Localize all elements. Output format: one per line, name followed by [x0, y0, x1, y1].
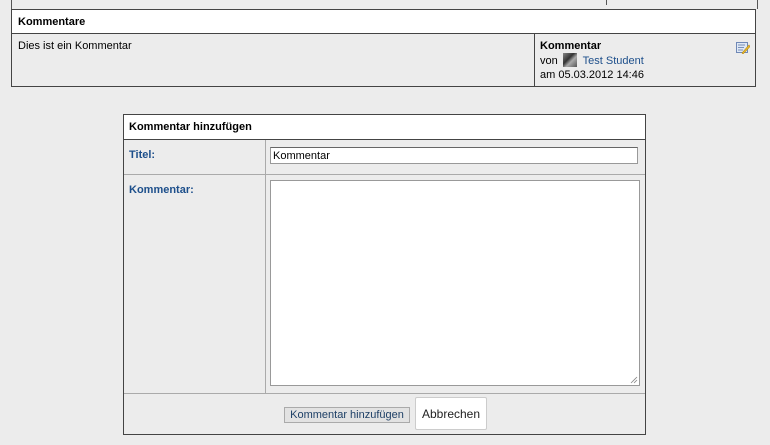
comment-date: am 05.03.2012 14:46: [540, 69, 644, 81]
comments-heading: Kommentare: [12, 10, 755, 34]
comment-text: Dies ist ein Kommentar: [18, 40, 132, 52]
comments-panel: Kommentare Dies ist ein Kommentar Kommen…: [11, 9, 756, 87]
avatar: [562, 53, 577, 67]
comment-row: Dies ist ein Kommentar Kommentar von Tes…: [12, 34, 755, 86]
author-prefix: von: [540, 55, 558, 67]
comment-title: Kommentar: [540, 40, 602, 52]
resize-grip-icon[interactable]: [630, 376, 638, 384]
title-row: Titel:: [124, 140, 645, 175]
add-comment-button[interactable]: Kommentar hinzufügen: [284, 407, 410, 423]
cell-divider: [265, 175, 266, 393]
comment-row-input: Kommentar:: [124, 175, 645, 394]
comment-label: Kommentar:: [129, 184, 194, 196]
previous-table-edge: [11, 0, 758, 9]
cell-divider: [265, 140, 266, 174]
author-link[interactable]: Test Student: [583, 55, 644, 67]
form-footer: Kommentar hinzufügen Abbrechen: [124, 394, 645, 436]
comment-meta: Kommentar von Test Student am 05.03.2012…: [534, 34, 755, 86]
edit-note-icon[interactable]: [736, 41, 750, 54]
form-heading: Kommentar hinzufügen: [124, 115, 645, 140]
add-comment-form: Kommentar hinzufügen Titel: Kommentar: K…: [123, 114, 646, 435]
title-label: Titel:: [129, 149, 156, 161]
cancel-button[interactable]: Abbrechen: [415, 397, 487, 430]
column-divider: [606, 0, 607, 5]
comment-textarea[interactable]: [270, 180, 640, 386]
comment-author-line: von Test Student: [540, 53, 755, 68]
title-input[interactable]: [270, 147, 638, 164]
